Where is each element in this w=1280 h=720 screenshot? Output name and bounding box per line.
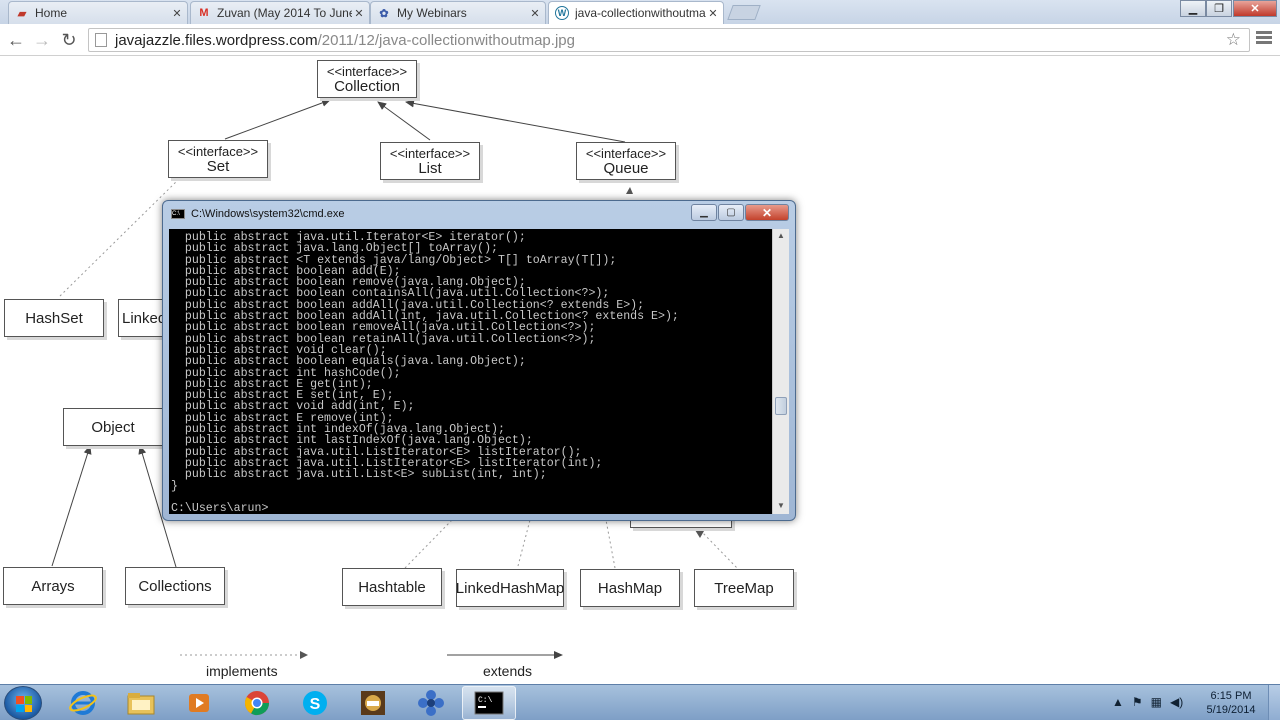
linkedhashmap-box: LinkedHashMap [456,569,564,607]
address-bar[interactable]: javajazzle.files.wordpress.com /2011/12/… [88,28,1250,52]
console-scrollbar[interactable]: ▲ ▼ [772,229,789,514]
ie-icon[interactable] [56,686,110,720]
network-icon[interactable]: ▦ [1151,695,1162,709]
tab-label: Home [35,6,68,20]
hashset-box: HashSet [4,299,104,337]
interface-name: List [418,160,442,177]
cmd-taskbar-icon[interactable]: C:\ [462,686,516,720]
tab-gmail[interactable]: M Zuvan (May 2014 To June ✕ [190,1,370,24]
scroll-thumb[interactable] [775,397,787,415]
page-icon [95,33,107,47]
interface-name: Set [206,158,230,175]
queue-interface-box: <<interface>> Queue [576,142,676,180]
object-box: Object [63,408,163,446]
cmd-icon: C:\ [171,209,185,219]
stereotype-label: <<interface>> [177,144,259,159]
webinar-icon: ✿ [379,7,389,20]
console-line: } [171,479,178,493]
hashtable-box: Hashtable [342,568,442,606]
url-host: javajazzle.files.wordpress.com [115,31,318,49]
cmd-title: C:\Windows\system32\cmd.exe [191,208,345,220]
tab-label: Zuvan (May 2014 To June [217,6,352,20]
cmd-close-button[interactable]: ✕ [745,204,789,221]
scroll-up-icon[interactable]: ▲ [773,229,789,243]
collection-interface-box: <<interface>> Collection [317,60,417,98]
media-player-icon[interactable] [172,686,226,720]
cmd-maximize-button[interactable]: ▢ [718,204,744,221]
close-tab-icon[interactable]: ✕ [170,7,184,20]
legend-implements: implements [206,663,278,679]
treemap-box: TreeMap [694,569,794,607]
clock-time: 6:15 PM [1210,690,1252,702]
reload-icon[interactable]: ↻ [58,29,80,51]
list-interface-box: <<interface>> List [380,142,480,180]
set-interface-box: <<interface>> Set [168,140,268,178]
hashmap-box: HashMap [580,569,680,607]
tab-home[interactable]: ▰ Home ✕ [8,1,188,24]
collections-box: Collections [125,567,225,605]
scroll-down-icon[interactable]: ▼ [773,499,789,513]
show-desktop-button[interactable] [1268,685,1280,720]
svg-text:C:\: C:\ [478,696,493,705]
skype-icon[interactable]: S [288,686,342,720]
close-tab-icon[interactable]: ✕ [352,7,366,20]
legend-extends: extends [483,663,533,679]
bookmark-star-icon[interactable]: ☆ [1226,30,1241,50]
start-button[interactable] [4,686,42,720]
console-line: public abstract java.util.List<E> subLis… [171,468,547,482]
tab-webinars[interactable]: ✿ My Webinars ✕ [370,1,546,24]
console-line: public abstract boolean equals(java.lang… [171,355,526,369]
console-line: public abstract java.lang.Object[] toArr… [171,242,498,256]
url-path: /2011/12/java-collectionwithoutmap.jpg [317,31,575,49]
cmd-minimize-button[interactable]: ▁ [691,204,717,221]
browser-tab-strip: ▰ Home ✕ M Zuvan (May 2014 To June ✕ ✿ M… [0,0,1280,24]
console-output[interactable]: public abstract java.util.Iterator<E> it… [169,229,772,514]
gmail-icon: M [199,7,209,19]
wordpress-icon: W [555,6,569,20]
volume-icon[interactable]: ◀) [1170,695,1183,709]
explorer-icon[interactable] [114,686,168,720]
new-tab-button[interactable] [727,5,761,20]
browser-toolbar: ← → ↻ javajazzle.files.wordpress.com /20… [0,24,1280,56]
tab-label: java-collectionwithoutma [575,6,706,20]
restore-button[interactable]: ❐ [1206,0,1232,17]
back-icon[interactable]: ← [5,29,27,51]
cmd-window[interactable]: C:\ C:\Windows\system32\cmd.exe ▁ ▢ ✕ pu… [162,200,796,521]
tab-label: My Webinars [397,6,467,20]
close-tab-icon[interactable]: ✕ [706,7,720,20]
svg-text:S: S [310,696,321,713]
close-tab-icon[interactable]: ✕ [528,7,542,20]
menu-icon[interactable] [1256,31,1272,46]
slides-icon: ▰ [17,7,27,20]
stereotype-label: <<interface>> [585,146,667,161]
console-line: C:\Users\arun> [171,502,269,514]
ide-icon[interactable] [346,686,400,720]
clock-date: 5/19/2014 [1206,704,1256,716]
tray-arrow-icon[interactable]: ▲ [1112,695,1124,709]
forward-icon[interactable]: → [31,29,53,51]
stereotype-label: <<interface>> [326,64,408,79]
interface-name: Queue [603,160,649,177]
arrays-box: Arrays [3,567,103,605]
console-line: public abstract boolean removeAll(java.u… [171,321,596,335]
webinar-app-icon[interactable] [404,686,458,720]
cmd-title-bar[interactable]: C:\ C:\Windows\system32\cmd.exe [171,208,344,220]
clock[interactable]: 6:15 PM 5/19/2014 [1196,689,1266,717]
chrome-icon[interactable] [230,686,284,720]
interface-name: Collection [334,78,400,95]
windows-logo-icon [16,696,32,712]
close-window-button[interactable]: ✕ [1233,0,1277,17]
system-tray: ▲ ⚑ ▦ ◀) [1112,695,1183,709]
stereotype-label: <<interface>> [389,146,471,161]
console-line: public abstract int lastIndexOf(java.lan… [171,434,533,448]
taskbar: S C:\ ▲ ⚑ ▦ ◀) 6:15 PM 5/19/2014 [0,684,1280,720]
minimize-button[interactable]: ▁ [1180,0,1206,17]
tab-java-collection[interactable]: W java-collectionwithoutma ✕ [548,1,724,24]
flag-icon[interactable]: ⚑ [1132,695,1143,709]
desktop: ▰ Home ✕ M Zuvan (May 2014 To June ✕ ✿ M… [0,0,1280,720]
